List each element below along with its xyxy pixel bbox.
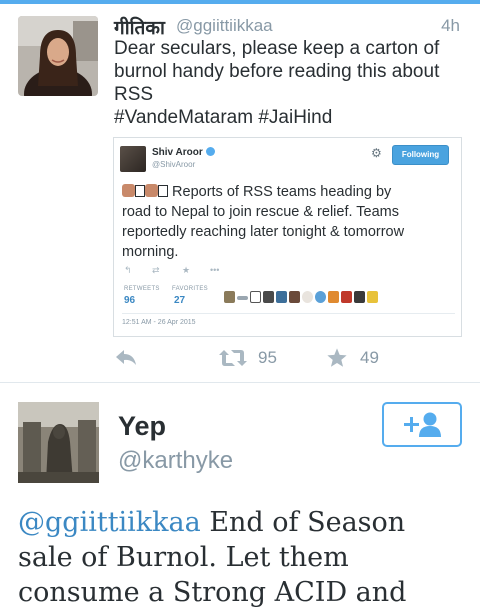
avatar[interactable] [18,16,98,96]
embedded-stats: RETWEETS 96 FAVORITES 27 [122,286,462,310]
author-handle[interactable]: @karthyke [118,447,233,475]
follow-button[interactable] [382,402,462,447]
tweet-text-line: consume a Strong ACID and [18,577,407,608]
hashtags[interactable]: #VandeMataram #JaiHind [114,106,464,129]
retweets-count: 96 [124,295,136,306]
author-handle[interactable]: @ggiittiikkaa [176,16,273,36]
tweet-text-line: burnol handy before reading this about [114,61,440,82]
embedded-actions: ↰ ⇄ ★ ••• [122,265,242,277]
retweet-count: 95 [258,348,277,367]
mention-link[interactable]: @ggiittiikkaa [18,507,201,538]
favorite-icon: ★ [182,265,191,275]
embedded-text-line: morning. [122,244,179,260]
avatar[interactable] [18,402,99,483]
tweet-text-line: RSS [114,84,154,105]
add-user-icon [404,412,441,437]
reply-button[interactable] [114,348,138,368]
tweet-header: गीतिका @ggiittiikkaa 4h [114,14,464,39]
favorites-label: FAVORITES [172,286,208,292]
missing-glyph-icon [158,185,168,197]
favorite-button[interactable] [326,347,348,369]
more-icon: ••• [210,265,220,275]
retweet-icon: ⇄ [152,265,160,275]
embedded-divider [122,313,455,314]
embedded-author-handle: @ShivAroor [152,160,196,169]
embedded-date: 12:51 AM - 26 Apr 2015 [122,319,196,326]
retweet-button[interactable] [218,348,248,368]
embedded-text-line: road to Nepal to join rescue & relief. T… [122,204,399,220]
embedded-avatar [120,146,146,172]
retweet-icon [219,350,247,366]
tweet-text: Dear seculars, please keep a carton of b… [114,37,464,129]
retweets-label: RETWEETS [124,286,160,292]
missing-glyph-icon [135,185,145,197]
embedded-following-button: Following [392,145,449,165]
embedded-tweet-image[interactable]: Shiv Aroor @ShivAroor ⚙ Following Report… [113,137,462,337]
tweet-text: @ggiittiikkaa End of Season sale of Burn… [18,505,478,610]
embedded-text-line: reportedly reaching later tonight & tomo… [122,224,405,240]
embedded-author-name: Shiv Aroor [152,147,215,158]
favorite-count: 49 [360,348,379,367]
tweet-1[interactable]: गीतिका @ggiittiikkaa 4h Dear seculars, p… [0,4,480,382]
author-name[interactable]: Yep [118,411,166,442]
thumbs-up-icon [145,184,158,197]
star-icon [327,348,347,367]
tweet-text-line: @ggiittiikkaa End of Season [18,507,406,538]
tweet-text-line: Dear seculars, please keep a carton of [114,38,440,59]
reply-icon: ↰ [124,265,132,275]
avatar-photo [18,402,99,483]
favorites-count: 27 [174,295,186,306]
tweet-text-line: sale of Burnol. Let them [18,542,349,573]
thumbs-up-icon [122,184,135,197]
gear-icon: ⚙ [371,146,382,160]
reply-icon [116,350,136,365]
favoriter-avatars [224,291,384,305]
avatar-photo [18,16,98,96]
verified-icon [205,147,215,156]
tweet-time: 4h [441,16,460,35]
tweet-2[interactable]: Yep @karthyke @ggiittiikkaa End of Seaso… [0,383,480,616]
embedded-tweet-text: Reports of RSS teams heading by road to … [122,182,458,262]
embedded-text-line: Reports of RSS teams heading by [122,182,458,202]
